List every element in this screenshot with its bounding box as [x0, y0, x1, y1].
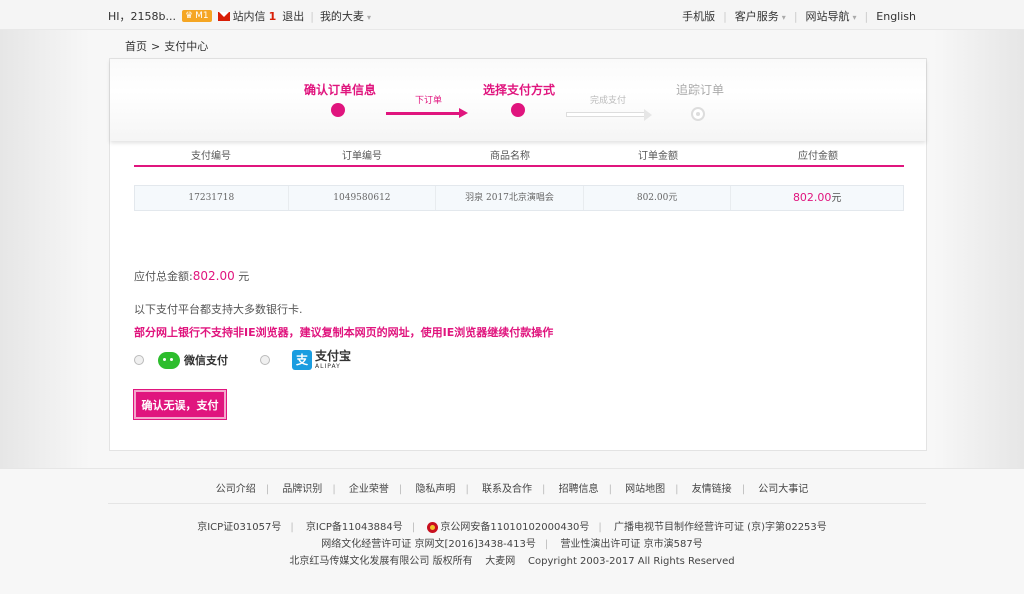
license-culture[interactable]: 网络文化经营许可证 京网文[2016]3438-413号	[321, 539, 536, 550]
crown-icon: ♛	[184, 11, 194, 21]
wechat-label: 微信支付	[184, 354, 228, 367]
alipay-label-en: ALIPAY	[315, 363, 341, 370]
footer-divider	[108, 503, 926, 504]
confirm-pay-button[interactable]: 确认无误，支付	[133, 389, 227, 420]
divider: |	[310, 9, 314, 23]
arrow-icon	[386, 108, 468, 118]
order-table-header: 支付编号 订单编号 商品名称 订单金额 应付金额	[134, 147, 904, 167]
top-bar: HI，2158b... ♛ M1 站内信 1 退出 | 我的大麦 ▾ 手机版 | 客…	[0, 0, 1024, 30]
wechat-icon	[158, 351, 180, 369]
cell-product: 羽泉 2017北京演唱会	[436, 186, 584, 210]
alipay-option[interactable]: 支 支付宝 ALIPAY	[292, 350, 351, 370]
step-dot-2	[511, 103, 525, 117]
arrow-icon	[566, 109, 652, 121]
my-damai-menu[interactable]: 我的大麦 ▾	[320, 8, 371, 24]
footer-link-contact[interactable]: 联系及合作	[482, 484, 532, 495]
license-police[interactable]: 京公网安备11010102000430号	[427, 521, 590, 533]
step-confirm-order: 确认订单信息	[304, 83, 377, 97]
breadcrumb-current: 支付中心	[164, 40, 209, 53]
greeting: HI，2158b...	[108, 10, 176, 23]
messages-link[interactable]: 站内信 1	[217, 8, 277, 24]
footer: 公司介绍 | 品牌识别 | 企业荣誉 | 隐私声明 | 联系及合作 | 招聘信息 | 网站地…	[0, 468, 1024, 594]
top-bar-right: 手机版 | 客户服务 ▾ | 网站导航 ▾ | English	[682, 8, 916, 24]
footer-link-milestones[interactable]: 公司大事记	[758, 484, 808, 495]
wechat-option[interactable]: 微信支付	[158, 351, 228, 369]
footer-link-about[interactable]: 公司介绍	[216, 484, 256, 495]
top-bar-left: HI，2158b... ♛ M1 站内信 1 退出 | 我的大麦 ▾	[108, 8, 371, 24]
member-level-label: M1	[195, 11, 209, 21]
bank-note: 以下支付平台都支持大多数银行卡.	[134, 303, 303, 316]
cell-due-amount: 802.00元	[731, 186, 903, 210]
due-amount-unit: 元	[831, 193, 842, 204]
alipay-logo-text: 支付宝 ALIPAY	[315, 350, 351, 370]
footer-link-jobs[interactable]: 招聘信息	[559, 484, 599, 495]
payment-options: 微信支付 支 支付宝 ALIPAY	[134, 347, 351, 373]
breadcrumb-home[interactable]: 首页	[125, 40, 147, 53]
customer-service-label: 客户服务	[734, 10, 779, 23]
chevron-down-icon: ▾	[781, 13, 786, 22]
divider: |	[864, 9, 869, 23]
footer-licenses-row1: 京ICP证031057号 | 京ICP备11043884号 | 京公网安备11010…	[197, 521, 827, 533]
arrow-label-place-order: 下订单	[415, 96, 443, 106]
cell-pay-id: 17231718	[135, 186, 289, 210]
progress-steps: 确认订单信息 下订单 选择支付方式 完成支付 追踪订单	[110, 59, 926, 141]
due-amount-value: 802.00	[792, 191, 832, 204]
cell-order-amount: 802.00元	[584, 186, 732, 210]
customer-service-menu[interactable]: 客户服务 ▾	[735, 8, 786, 24]
footer-copyright: 北京红马传媒文化发展有限公司 版权所有 大麦网 Copyright 2003-2…	[289, 556, 735, 567]
site-nav-menu[interactable]: 网站导航 ▾	[806, 8, 857, 24]
step-select-payment: 选择支付方式	[483, 83, 556, 97]
col-due-amount: 应付金额	[798, 151, 838, 162]
license-icp-record[interactable]: 京ICP备11043884号	[306, 522, 403, 533]
payment-panel: 确认订单信息 下订单 选择支付方式 完成支付 追踪订单 支付编号 订单编号 商品…	[109, 58, 927, 451]
footer-link-sitemap[interactable]: 网站地图	[625, 484, 665, 495]
footer-link-privacy[interactable]: 隐私声明	[415, 484, 455, 495]
license-performance[interactable]: 营业性演出许可证 京市演587号	[560, 539, 702, 550]
member-level-badge[interactable]: ♛ M1	[181, 10, 212, 22]
breadcrumb: 首页 > 支付中心	[125, 38, 208, 54]
col-product: 商品名称	[490, 151, 530, 162]
breadcrumb-separator: >	[151, 40, 161, 53]
col-order-id: 订单编号	[342, 151, 382, 162]
messages-count: 1	[268, 9, 277, 23]
footer-link-brand[interactable]: 品牌识别	[282, 484, 322, 495]
ie-warning: 部分网上银行不支持非IE浏览器，建议复制本网页的网址，使用IE浏览器继续付款操作	[134, 326, 554, 339]
alipay-icon: 支	[292, 350, 312, 370]
my-damai-label: 我的大麦	[319, 10, 364, 23]
total-amount: 应付总金额:802.00 元	[134, 268, 249, 284]
chevron-down-icon: ▾	[852, 13, 857, 22]
col-order-amount: 订单金额	[638, 151, 678, 162]
cell-order-id: 1049580612	[289, 186, 437, 210]
police-badge-icon	[427, 521, 439, 533]
total-value: 802.00	[192, 269, 235, 283]
site-nav-label: 网站导航	[805, 10, 850, 23]
logout-link[interactable]: 退出	[282, 8, 304, 24]
wechat-radio[interactable]	[134, 355, 144, 365]
footer-licenses-row2: 网络文化经营许可证 京网文[2016]3438-413号 | 营业性演出许可证 京…	[321, 539, 703, 550]
footer-link-honors[interactable]: 企业荣誉	[349, 484, 389, 495]
license-broadcast[interactable]: 广播电视节目制作经营许可证 (京)字第02253号	[614, 522, 827, 533]
arrow-label-complete-payment: 完成支付	[590, 96, 627, 106]
mobile-link[interactable]: 手机版	[682, 8, 715, 24]
license-police-text: 京公网安备11010102000430号	[440, 522, 590, 533]
table-row: 17231718 1049580612 羽泉 2017北京演唱会 802.00元…	[134, 185, 904, 211]
footer-link-friends[interactable]: 友情链接	[692, 484, 732, 495]
divider: |	[793, 9, 798, 23]
total-label: 应付总金额:	[134, 270, 193, 283]
divider: |	[723, 9, 727, 23]
chevron-down-icon: ▾	[366, 13, 371, 22]
alipay-radio[interactable]	[260, 355, 270, 365]
total-unit: 元	[238, 270, 250, 283]
step-dot-1	[331, 103, 345, 117]
messages-label: 站内信	[232, 10, 266, 23]
english-link[interactable]: English	[876, 10, 916, 23]
license-icp-cert[interactable]: 京ICP证031057号	[197, 522, 281, 533]
mail-icon	[217, 11, 230, 21]
step-dot-3	[691, 107, 705, 121]
footer-links: 公司介绍 | 品牌识别 | 企业荣誉 | 隐私声明 | 联系及合作 | 招聘信息 | 网站地…	[215, 484, 809, 495]
step-track-order: 追踪订单	[676, 83, 725, 97]
col-pay-id: 支付编号	[191, 151, 231, 162]
alipay-label: 支付宝	[315, 349, 352, 363]
